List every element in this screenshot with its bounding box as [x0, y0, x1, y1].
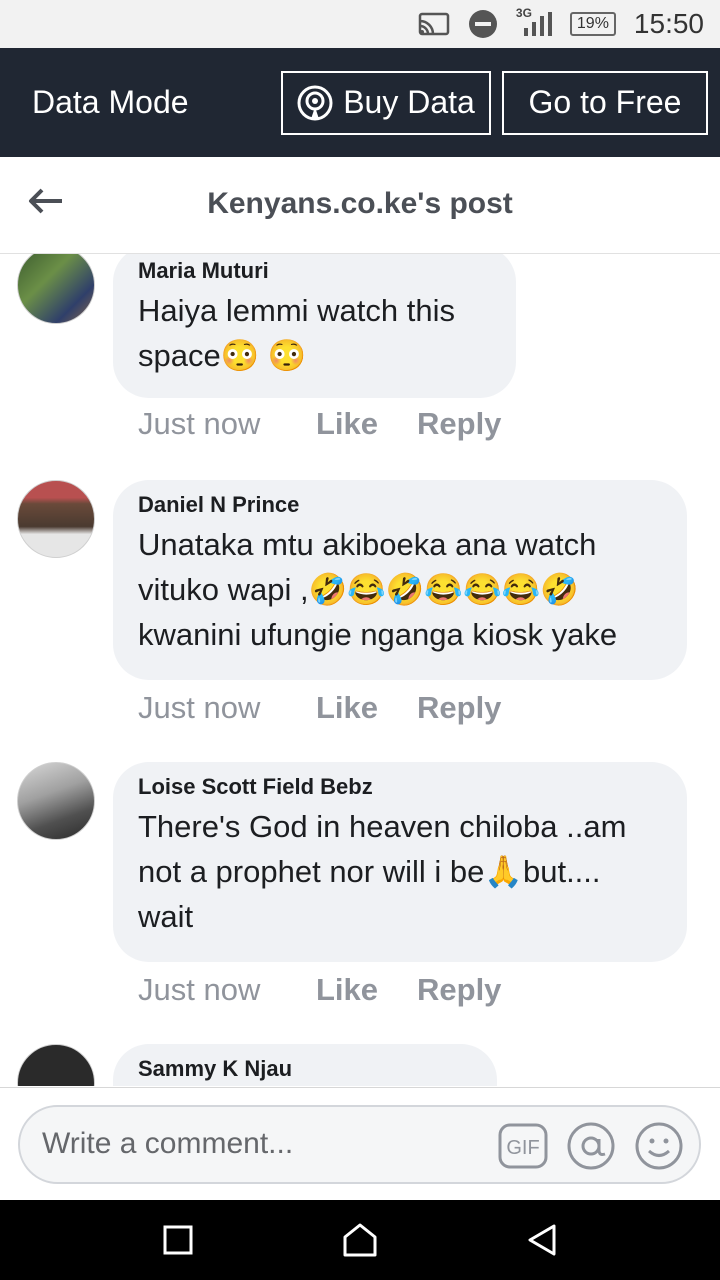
comment-bubble[interactable]: Maria Muturi Haiya lemmi watch this spac…: [113, 254, 516, 398]
back-nav-button[interactable]: [522, 1220, 562, 1260]
comment-actions: Just now Like Reply: [138, 972, 501, 1008]
recents-button[interactable]: [158, 1220, 198, 1260]
avatar[interactable]: [17, 254, 95, 324]
reply-button[interactable]: Reply: [417, 972, 501, 1008]
gif-button[interactable]: GIF: [498, 1121, 548, 1171]
go-to-free-button[interactable]: Go to Free: [502, 70, 708, 135]
comment-actions: Just now Like Reply: [138, 690, 501, 726]
home-button[interactable]: [340, 1220, 380, 1260]
comment-author[interactable]: Sammy K Njau: [138, 1056, 471, 1082]
comment-time: Just now: [138, 972, 261, 1007]
emoji-button[interactable]: [634, 1121, 684, 1171]
comment-input[interactable]: Write a comment... GIF: [18, 1105, 701, 1184]
comment-author[interactable]: Daniel N Prince: [138, 492, 661, 518]
comment-author[interactable]: Maria Muturi: [138, 258, 490, 284]
battery-icon: 19%: [569, 12, 616, 36]
comment-actions: Just now Like Reply: [138, 406, 501, 442]
smiley-icon: [635, 1122, 683, 1170]
buy-data-label: Buy Data: [343, 84, 475, 120]
buy-data-button[interactable]: Buy Data: [281, 70, 491, 135]
at-sign-icon: [567, 1122, 615, 1170]
reply-button[interactable]: Reply: [417, 690, 501, 726]
do-not-disturb-icon: [468, 9, 498, 39]
triangle-back-icon: [528, 1224, 556, 1256]
page-title: Kenyans.co.ke's post: [207, 187, 513, 220]
like-button[interactable]: Like: [316, 972, 417, 1008]
cast-icon: [418, 12, 450, 36]
like-button[interactable]: Like: [316, 690, 417, 726]
comment-time: Just now: [138, 690, 261, 725]
comment-text: Unataka mtu akiboeka ana watch vituko wa…: [138, 527, 618, 652]
data-mode-label: Data Mode: [32, 84, 189, 120]
comment-composer: Write a comment... GIF: [0, 1087, 720, 1201]
like-button[interactable]: Like: [316, 406, 417, 442]
battery-level: 19%: [569, 12, 616, 36]
mention-button[interactable]: [566, 1121, 616, 1171]
gif-icon: GIF: [498, 1123, 548, 1169]
square-icon: [163, 1225, 193, 1255]
system-nav-bar: [0, 1200, 720, 1280]
comment-author[interactable]: Loise Scott Field Bebz: [138, 774, 661, 800]
comment-text: Haiya lemmi watch this space😳 😳: [138, 293, 455, 373]
avatar[interactable]: [17, 1044, 95, 1086]
comment-time: Just now: [138, 406, 261, 441]
signal-icon: 3G: [516, 6, 552, 36]
comment-bubble[interactable]: Daniel N Prince Unataka mtu akiboeka ana…: [113, 480, 687, 680]
network-type: 3G: [515, 6, 532, 20]
reply-button[interactable]: Reply: [417, 406, 501, 442]
comment-placeholder: Write a comment...: [42, 1127, 294, 1160]
comment-text: There's God in heaven chiloba ..am not a…: [138, 809, 627, 934]
avatar[interactable]: [17, 762, 95, 840]
comments-list[interactable]: Maria Muturi Haiya lemmi watch this spac…: [0, 254, 720, 1086]
clock: 15:50: [633, 8, 704, 39]
broadcast-icon: [297, 85, 333, 120]
comment-bubble[interactable]: Sammy K Njau: [113, 1044, 497, 1086]
comment-bubble[interactable]: Loise Scott Field Bebz There's God in he…: [113, 762, 687, 962]
status-bar: 3G 19% 15:50: [0, 0, 720, 48]
go-to-free-label: Go to Free: [528, 84, 682, 120]
home-icon: [343, 1223, 377, 1257]
post-header: Kenyans.co.ke's post: [0, 157, 720, 254]
data-mode-bar: Data Mode Buy Data Go to Free: [0, 48, 720, 157]
avatar[interactable]: [17, 480, 95, 558]
gif-label: GIF: [506, 1137, 539, 1159]
